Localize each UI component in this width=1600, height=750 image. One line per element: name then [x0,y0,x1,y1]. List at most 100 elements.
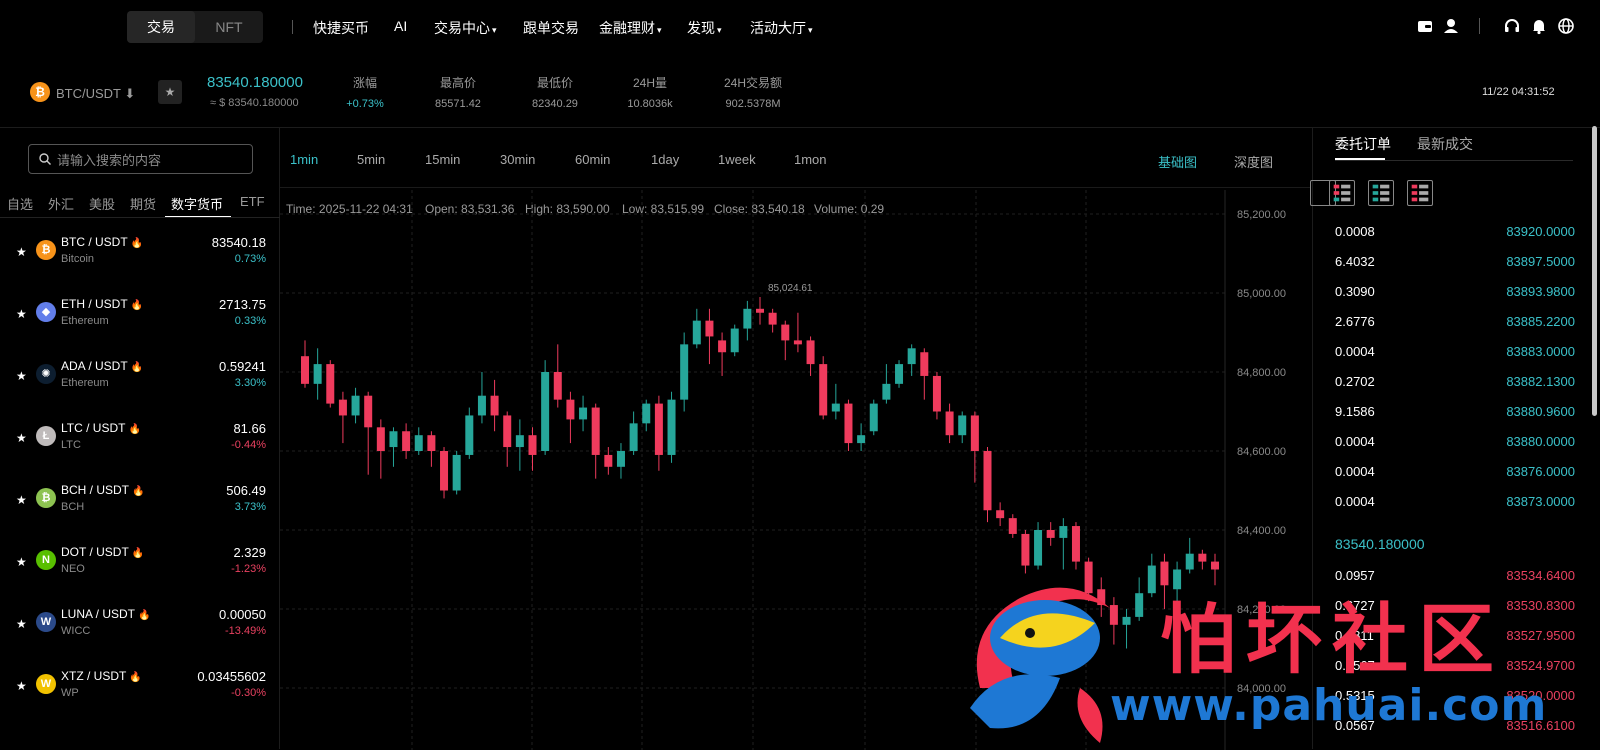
candle[interactable] [1059,518,1068,570]
candle[interactable] [718,332,727,376]
candle[interactable] [932,372,941,420]
candle[interactable] [579,395,588,432]
nav-item[interactable]: 发现 ▾ [687,18,722,38]
orderbook-bid-row[interactable]: 0.0957 83534.6400 [1335,562,1575,592]
orderbook-ask-row[interactable]: 6.4032 83897.5000 [1335,248,1575,278]
category-tab[interactable]: 期货 [130,194,156,213]
interval-option[interactable]: 5min [357,152,385,167]
candle[interactable] [1185,537,1194,574]
candle[interactable] [793,312,802,353]
market-row[interactable]: ★ Ł LTC / USDT 🔥 LTC 81.66 -0.44% [0,412,280,474]
market-row[interactable]: ★ N DOT / USDT 🔥 NEO 2.329 -1.23% [0,536,280,598]
market-search[interactable] [28,144,253,174]
candle[interactable] [857,423,866,451]
candle[interactable] [541,360,550,455]
orderbook-bid-row[interactable]: 0.5315 83520.0000 [1335,682,1575,712]
candle[interactable] [629,411,638,455]
candle[interactable] [528,427,537,471]
candle[interactable] [705,308,714,365]
favorite-star-icon[interactable]: ★ [16,679,27,693]
orderbook-both-view-icon[interactable] [1329,180,1355,206]
orderbook-ask-row[interactable]: 0.0004 83880.0000 [1335,428,1575,458]
candle[interactable] [806,336,815,376]
interval-option[interactable]: 1mon [794,152,827,167]
orderbook-ask-row[interactable]: 0.3090 83893.9800 [1335,278,1575,308]
candle[interactable] [945,403,954,444]
orderbook-bid-row[interactable]: 0.6727 83530.8300 [1335,592,1575,622]
orderbook-bid-row[interactable]: 0.0567 83524.9700 [1335,652,1575,682]
candle[interactable] [756,296,764,325]
candle[interactable] [440,447,449,499]
pair-selector[interactable]: BTC/USDT ⬇ [56,86,135,102]
candle[interactable] [768,308,777,333]
candle[interactable] [338,391,347,444]
page-scrollbar[interactable] [1592,126,1597,416]
candle[interactable] [743,300,752,341]
favorite-star-icon[interactable]: ★ [16,245,27,259]
market-row[interactable]: ★ W LUNA / USDT 🔥 WICC 0.00050 -13.49% [0,598,280,660]
category-tab[interactable]: 外汇 [48,194,74,213]
candle[interactable] [895,360,904,388]
orderbook-asks-view-icon[interactable] [1407,180,1433,206]
candle[interactable] [1021,530,1030,574]
candle[interactable] [591,403,600,479]
candle[interactable] [1211,553,1219,586]
candle[interactable] [819,356,828,420]
favorite-star-icon[interactable]: ★ [16,307,27,321]
nav-item[interactable]: 金融理财 ▾ [599,18,662,38]
candle[interactable] [515,419,524,471]
nav-item[interactable]: 交易中心 ▾ [434,18,497,38]
orderbook-tab[interactable]: 委托订单 [1335,134,1391,154]
candle[interactable] [301,340,309,388]
candle[interactable] [452,451,461,495]
favorite-star-icon[interactable]: ★ [16,493,27,507]
category-tab[interactable]: ETF [240,194,265,209]
favorite-star-icon[interactable]: ★ [16,555,27,569]
favorite-star-icon[interactable]: ★ [16,617,27,631]
user-icon[interactable] [1442,17,1460,35]
candle[interactable] [844,399,853,451]
orderbook-ask-row[interactable]: 2.6776 83885.2200 [1335,308,1575,338]
chart-type-tab[interactable]: 深度图 [1234,152,1273,171]
market-row[interactable]: ★ ◆ ETH / USDT 🔥 Ethereum 2713.75 0.33% [0,288,280,350]
candle[interactable] [983,447,992,523]
candle[interactable] [958,411,967,444]
candle[interactable] [1071,522,1080,570]
market-row[interactable]: ★ ₿ BCH / USDT 🔥 BCH 506.49 3.73% [0,474,280,536]
candle[interactable] [376,419,385,479]
candle[interactable] [427,431,436,467]
candlestick-chart[interactable]: 85,200.00 85,000.00 84,800.00 84,600.00 84,4… [280,190,1310,750]
wallet-icon[interactable] [1416,17,1434,35]
orderbook-ask-row[interactable]: 0.0008 83920.0000 [1335,218,1575,248]
candle[interactable] [553,344,562,408]
orderbook-ask-row[interactable]: 0.0004 83883.0000 [1335,338,1575,368]
nav-item[interactable]: 跟单交易 [523,18,579,38]
market-row[interactable]: ★ W XTZ / USDT 🔥 WP 0.03455602 -0.30% [0,660,280,722]
candle[interactable] [616,443,625,479]
nav-item[interactable]: 快捷买币 [313,18,369,38]
candle[interactable] [402,423,411,459]
interval-option[interactable]: 1week [718,152,756,167]
candle[interactable] [667,391,676,463]
candle[interactable] [414,427,423,455]
chart-type-tab[interactable]: 基础图 [1158,152,1197,171]
candle[interactable] [996,502,1005,527]
interval-option[interactable]: 60min [575,152,610,167]
candle[interactable] [654,395,663,471]
candle[interactable] [389,427,398,467]
category-tab[interactable]: 自选 [7,194,33,213]
candle[interactable] [364,391,373,475]
orderbook-bid-row[interactable]: 0.0567 83516.6100 [1335,712,1575,742]
candle[interactable] [882,364,891,404]
nav-item[interactable]: 活动大厅 ▾ [750,18,813,38]
category-tab[interactable]: 数字货币 [171,194,223,213]
category-tab[interactable]: 美股 [89,194,115,213]
candle[interactable] [1109,597,1118,645]
candle[interactable] [1046,522,1055,546]
orderbook-bid-row[interactable]: 0.0811 83527.9500 [1335,622,1575,652]
candle[interactable] [730,324,739,357]
candle[interactable] [680,332,689,412]
candle[interactable] [326,360,335,408]
candle[interactable] [831,383,840,420]
candle[interactable] [907,344,916,376]
